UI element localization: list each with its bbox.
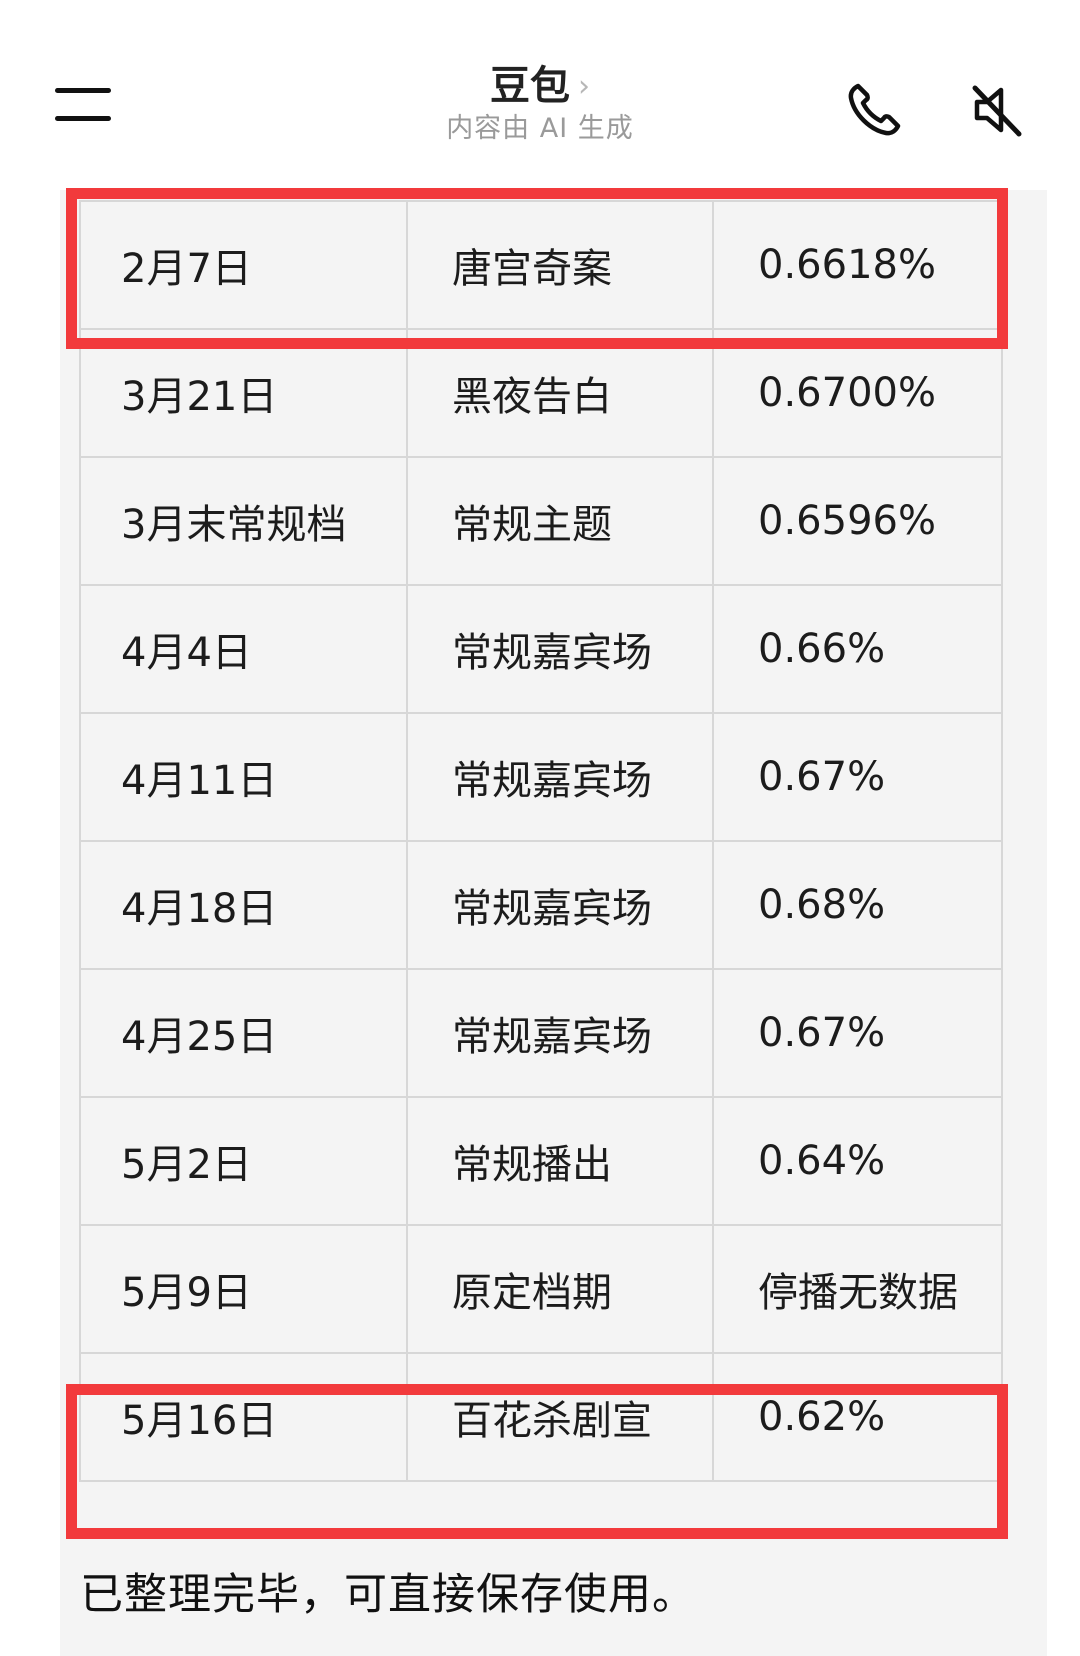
table-row: 5月9日 原定档期 停播无数据 <box>79 1224 1003 1354</box>
table-row: 4月18日 常规嘉宾场 0.68% <box>79 840 1003 970</box>
table-row: 4月25日 常规嘉宾场 0.67% <box>79 968 1003 1098</box>
theme-cell: 常规嘉宾场 <box>406 968 714 1098</box>
table-row: 5月2日 常规播出 0.64% <box>79 1096 1003 1226</box>
chat-title-area[interactable]: 豆包 › 内容由 AI 生成 <box>390 62 690 147</box>
phone-icon <box>848 83 901 136</box>
date-cell: 5月2日 <box>79 1096 408 1226</box>
menu-icon[interactable] <box>55 88 111 128</box>
table-row: 3月21日 黑夜告白 0.6700% <box>79 328 1003 458</box>
date-cell: 3月末常规档 <box>79 456 408 586</box>
rating-cell: 0.67% <box>712 712 1003 842</box>
chat-header: 豆包 › 内容由 AI 生成 <box>0 0 1080 190</box>
theme-cell: 常规主题 <box>406 456 714 586</box>
date-cell: 4月25日 <box>79 968 408 1098</box>
theme-cell: 常规嘉宾场 <box>406 584 714 714</box>
date-cell: 2月7日 <box>79 200 408 330</box>
rating-cell: 0.67% <box>712 968 1003 1098</box>
rating-cell: 0.6596% <box>712 456 1003 586</box>
rating-cell: 0.64% <box>712 1096 1003 1226</box>
table-row: 2月7日 唐宫奇案 0.6618% <box>79 200 1003 330</box>
bot-name: 豆包 <box>490 63 570 109</box>
table-row: 4月4日 常规嘉宾场 0.66% <box>79 584 1003 714</box>
date-cell: 4月18日 <box>79 840 408 970</box>
date-cell: 4月11日 <box>79 712 408 842</box>
rating-cell: 停播无数据 <box>712 1224 1003 1354</box>
ai-generated-notice: 内容由 AI 生成 <box>446 113 634 144</box>
theme-cell: 常规播出 <box>406 1096 714 1226</box>
speaker-muted-icon <box>972 85 1022 137</box>
table-row: 5月16日 百花杀剧宣 0.62% <box>79 1352 1003 1482</box>
table-row: 4月11日 常规嘉宾场 0.67% <box>79 712 1003 842</box>
rating-cell: 0.68% <box>712 840 1003 970</box>
theme-cell: 黑夜告白 <box>406 328 714 458</box>
theme-cell: 原定档期 <box>406 1224 714 1354</box>
date-cell: 5月9日 <box>79 1224 408 1354</box>
date-cell: 3月21日 <box>79 328 408 458</box>
rating-cell: 0.66% <box>712 584 1003 714</box>
table-row: 3月末常规档 常规主题 0.6596% <box>79 456 1003 586</box>
chevron-right-icon: › <box>578 69 590 104</box>
ratings-table: 2月7日 唐宫奇案 0.6618% 3月21日 黑夜告白 0.6700% 3月末… <box>79 200 1003 1482</box>
menu-bar <box>55 116 111 121</box>
chat-title[interactable]: 豆包 › <box>390 62 690 111</box>
phone-call-button[interactable] <box>842 78 906 142</box>
date-cell: 4月4日 <box>79 584 408 714</box>
theme-cell: 百花杀剧宣 <box>406 1352 714 1482</box>
menu-bar <box>55 88 111 93</box>
date-cell: 5月16日 <box>79 1352 408 1482</box>
theme-cell: 常规嘉宾场 <box>406 712 714 842</box>
rating-cell: 0.62% <box>712 1352 1003 1482</box>
rating-cell: 0.6618% <box>712 200 1003 330</box>
mute-button[interactable] <box>965 78 1029 142</box>
rating-cell: 0.6700% <box>712 328 1003 458</box>
theme-cell: 唐宫奇案 <box>406 200 714 330</box>
assistant-message: 已整理完毕，可直接保存使用。 <box>80 1570 696 1620</box>
theme-cell: 常规嘉宾场 <box>406 840 714 970</box>
